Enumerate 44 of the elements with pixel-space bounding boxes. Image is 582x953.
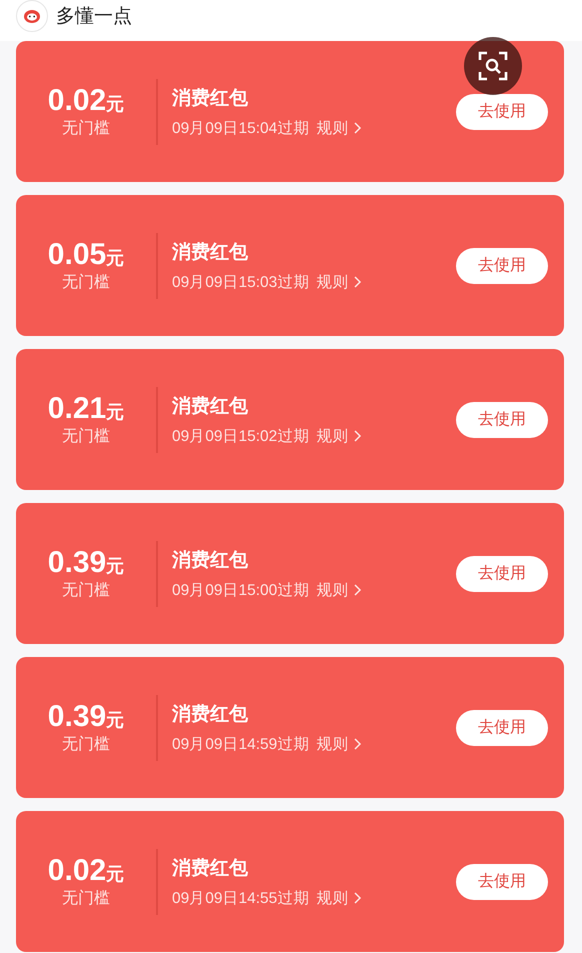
coupon-amount: 0.39元 — [48, 546, 124, 580]
rules-link[interactable]: 规则 — [316, 580, 362, 600]
chevron-icon — [353, 583, 362, 597]
use-button[interactable]: 去使用 — [456, 556, 548, 592]
use-button[interactable]: 去使用 — [456, 248, 548, 284]
coupon-title: 消费红包 — [172, 548, 249, 572]
coupon-amount: 0.39元 — [48, 700, 124, 734]
coupon-title: 消费红包 — [172, 702, 249, 726]
coupon-amount: 0.05元 — [48, 238, 124, 272]
expiry-text: 09月09日15:03过期 — [172, 272, 310, 292]
coupon-title: 消费红包 — [172, 86, 249, 110]
coupon-title: 消费红包 — [172, 240, 249, 264]
coupon-condition: 无门槛 — [62, 118, 110, 139]
use-button[interactable]: 去使用 — [456, 710, 548, 746]
use-button[interactable]: 去使用 — [456, 864, 548, 900]
coupon-title: 消费红包 — [172, 856, 249, 880]
rules-link[interactable]: 规则 — [316, 272, 362, 292]
chevron-icon — [353, 737, 362, 751]
expiry-text: 09月09日15:02过期 — [172, 426, 310, 446]
chevron-icon — [353, 275, 362, 289]
coupon-amount: 0.02元 — [48, 854, 124, 888]
coupon-amount: 0.21元 — [48, 392, 124, 426]
chevron-icon — [353, 121, 362, 135]
coupon-condition: 无门槛 — [62, 272, 110, 293]
app-title: 多懂一点 — [56, 4, 132, 29]
expiry-text: 09月09日15:00过期 — [172, 580, 310, 600]
rules-link[interactable]: 规则 — [316, 734, 362, 754]
coupon-condition: 无门槛 — [62, 580, 110, 601]
expiry-text: 09月09日15:04过期 — [172, 118, 310, 138]
coupon-condition: 无门槛 — [62, 426, 110, 447]
expiry-text: 09月09日14:59过期 — [172, 734, 310, 754]
coupon-amount: 0.02元 — [48, 84, 124, 118]
rules-link[interactable]: 规则 — [316, 426, 362, 446]
coupon-condition: 无门槛 — [62, 888, 110, 909]
rules-link[interactable]: 规则 — [316, 888, 362, 908]
rules-link[interactable]: 规则 — [316, 118, 362, 138]
scan-search-icon — [477, 50, 509, 82]
coupon-condition: 无门槛 — [62, 734, 110, 755]
expiry-text: 09月09日14:55过期 — [172, 888, 310, 908]
coupon-title: 消费红包 — [172, 394, 249, 418]
chevron-icon — [353, 429, 362, 443]
use-button[interactable]: 去使用 — [456, 402, 548, 438]
use-button[interactable]: 去使用 — [456, 94, 548, 130]
chevron-icon — [353, 891, 362, 905]
